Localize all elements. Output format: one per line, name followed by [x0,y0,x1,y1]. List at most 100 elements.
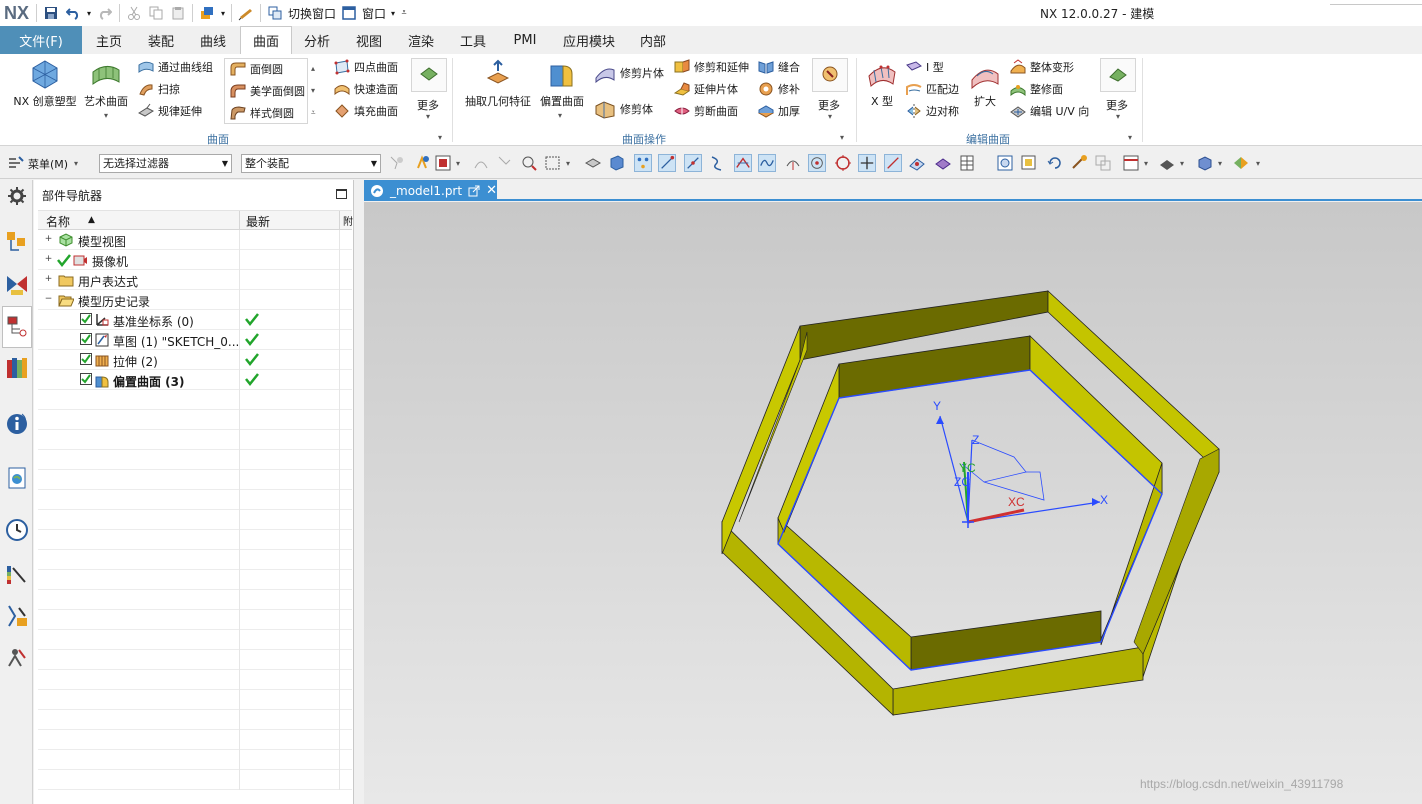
graphics-window[interactable]: X Y Z XC YC ZC [364,202,1422,804]
touch-mode-icon[interactable] [235,2,257,24]
perspective-icon[interactable] [1094,154,1112,172]
expand-icon[interactable]: + [44,235,53,244]
tab-tools[interactable]: 工具 [450,26,496,54]
visibility-checkbox[interactable] [80,333,92,345]
repeat-dropdown-icon[interactable]: ▾ [218,2,228,24]
studio-surface-button[interactable]: 艺术曲面 [80,58,132,109]
select-features-icon[interactable] [414,154,432,172]
tab-assembly[interactable]: 装配 [138,26,184,54]
bounded-grid-point-icon[interactable] [908,154,926,172]
type-filter-select[interactable]: 无选择过滤器 ▼ [99,154,232,173]
tree-row-cameras[interactable]: + 摄像机 [38,250,352,270]
select-bodies-icon[interactable] [434,154,452,172]
edit-uv-direction-button[interactable]: 编辑 U/V 向 [1010,103,1089,119]
tab-internal[interactable]: 内部 [630,26,676,54]
divide-face-button[interactable]: 剪断曲面 [674,103,738,119]
i-form-button[interactable]: I 型 [906,59,944,75]
gear-icon[interactable] [5,184,29,208]
undo-dropdown-icon[interactable]: ▾ [84,2,94,24]
switch-window-button[interactable]: 切换窗口 [286,5,338,22]
tab-home[interactable]: 主页 [86,26,132,54]
point-on-face-icon[interactable] [884,154,902,172]
cut-icon[interactable] [123,2,145,24]
orient-view-dropdown-icon[interactable]: ▾ [1180,159,1184,168]
column-attached-header[interactable]: 附 [343,213,353,228]
expand-icon[interactable]: + [44,255,53,264]
paste-icon[interactable] [167,2,189,24]
pan-view-icon[interactable] [1070,154,1088,172]
trimmed-sheet-button[interactable]: 修剪片体 [594,62,664,84]
menu-button[interactable]: 菜单(M) [28,156,68,172]
window-dropdown-icon[interactable]: ▾ [388,2,398,24]
gallery-expand-icon[interactable]: ⩡ [311,108,316,118]
global-shaping-button[interactable]: 整体变形 [1010,59,1074,75]
surface-ops-group-menu-icon[interactable]: ▾ [840,133,844,142]
fill-surface-button[interactable]: 填充曲面 [334,103,398,119]
tab-application[interactable]: 应用模块 [554,26,624,54]
sew-button[interactable]: 缝合 [758,59,800,75]
reuse-library-icon[interactable] [5,356,29,380]
column-latest-header[interactable]: 最新 [246,213,270,230]
enlarge-button[interactable]: 扩大 [966,58,1004,109]
undock-icon[interactable] [468,185,480,197]
patch-button[interactable]: 修补 [758,81,800,97]
select-face-icon[interactable] [608,154,626,172]
studio-surface-dropdown-icon[interactable]: ▾ [104,111,108,120]
thicken-button[interactable]: 加厚 [758,103,800,119]
face-blend-button[interactable]: 面倒圆 [230,61,283,77]
circle-center-icon[interactable] [808,154,826,172]
visibility-checkbox[interactable] [80,313,92,325]
visibility-checkbox[interactable] [80,373,92,385]
maximize-panel-icon[interactable] [336,189,347,199]
history-clock-icon[interactable] [5,518,29,542]
tab-surface[interactable]: 曲面 [240,26,292,54]
tree-row-model-views[interactable]: + 模型视图 [38,230,352,250]
tree-row-sketch[interactable]: 草图 (1) "SKETCH_0... [38,330,352,350]
nx-realize-shape-button[interactable]: NX 创意塑型 [10,58,80,109]
constraint-navigator-icon[interactable] [5,272,29,296]
extract-geometry-button[interactable]: 抽取几何特征 [462,58,534,109]
tab-view[interactable]: 视图 [346,26,392,54]
info-icon[interactable] [5,412,29,436]
through-curve-mesh-button[interactable]: 通过曲线组 [138,59,213,75]
tree-row-offset-surface[interactable]: 偏置曲面 (3) [38,370,352,390]
close-tab-icon[interactable]: ✕ [486,183,497,198]
extend-sheet-button[interactable]: 延伸片体 [674,81,738,97]
sort-ascending-icon[interactable]: ▲ [88,215,95,225]
select-bodies-dropdown-icon[interactable]: ▾ [456,159,460,168]
point-on-grid-icon[interactable] [934,154,952,172]
edge-symmetry-button[interactable]: 边对称 [906,103,959,119]
wcs-dropdown-icon[interactable]: ▾ [1218,159,1222,168]
orient-view-icon[interactable] [1158,154,1176,172]
point-on-curve-icon[interactable] [758,154,776,172]
match-edge-button[interactable]: 匹配边 [906,81,959,97]
visibility-checkbox[interactable] [80,353,92,365]
trim-and-extend-button[interactable]: 修剪和延伸 [674,59,749,75]
edit-surface-group-menu-icon[interactable]: ▾ [1128,133,1132,142]
select-intent-icon[interactable] [520,154,538,172]
window-icon[interactable] [338,2,360,24]
end-point-icon[interactable] [658,154,676,172]
undo-icon[interactable] [62,2,84,24]
control-point-icon[interactable] [708,154,726,172]
rectangle-select-icon[interactable] [544,154,562,172]
offset-surface-button[interactable]: 偏置曲面 [536,58,588,109]
rapid-surfacing-button[interactable]: 快速造面 [334,81,398,97]
window-menu-button[interactable]: 窗口 [360,5,388,22]
tree-row-model-history[interactable]: − 模型历史记录 [38,290,352,310]
selection-scope-select[interactable]: 整个装配 ▼ [241,154,381,173]
intersection-point-icon[interactable] [734,154,752,172]
wcs-icon[interactable] [1196,154,1214,172]
tree-row-user-expressions[interactable]: + 用户表达式 [38,270,352,290]
rotate-view-icon[interactable] [1046,154,1064,172]
zoom-icon[interactable] [1020,154,1038,172]
styled-blend-button[interactable]: 样式倒圆 [230,105,294,121]
x-form-button[interactable]: X 型 [862,58,902,109]
role-manager-icon[interactable] [5,646,29,670]
document-tab[interactable]: _model1.prt ✕ [364,180,497,201]
surface-more-box[interactable] [411,58,447,92]
trim-body-button[interactable]: 修剪体 [594,98,653,120]
switch-window-icon[interactable] [264,2,286,24]
tab-curve[interactable]: 曲线 [190,26,236,54]
rectangle-select-dropdown-icon[interactable]: ▾ [566,159,570,168]
